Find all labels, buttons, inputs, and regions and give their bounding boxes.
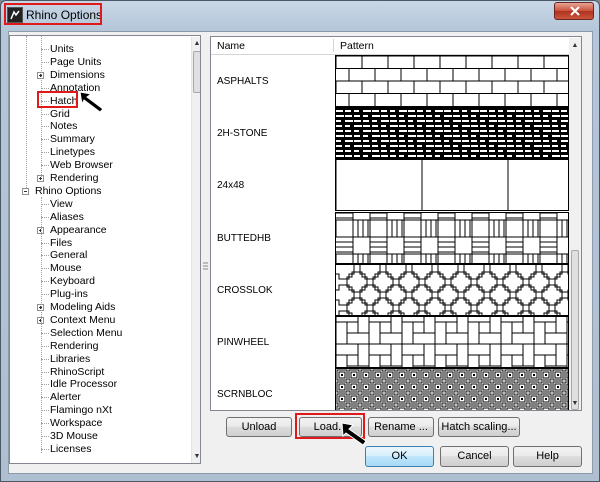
hatch-scaling-button[interactable]: Hatch scaling... <box>438 417 520 437</box>
hatch-pattern-preview <box>335 159 569 211</box>
rhino-options-window: Rhino Options ▲ ▼ Units Page Units Dimensi… <box>0 0 600 482</box>
hatch-name: 24x48 <box>217 180 245 191</box>
hatch-row[interactable]: PINWHEEL <box>211 316 569 369</box>
rename-button[interactable]: Rename ... <box>368 417 434 437</box>
hatch-pattern-list: Name Pattern ASPHALTS 2H-STONE 24x48 BUTTED… <box>210 36 582 411</box>
close-button[interactable] <box>554 2 594 20</box>
tree-item-appearance[interactable]: Appearance <box>50 224 107 237</box>
tree-scrollbar[interactable]: ▲ ▼ <box>191 37 200 463</box>
tree-item-view[interactable]: View <box>50 198 73 211</box>
hatch-pattern-preview <box>335 264 569 316</box>
hatch-name: BUTTEDHB <box>217 233 271 244</box>
hatch-pattern-preview <box>335 212 569 264</box>
list-scroll-thumb[interactable] <box>571 250 579 410</box>
tree-item-rendering[interactable]: Rendering <box>50 172 98 185</box>
tree-item-mouse[interactable]: Mouse <box>50 262 82 275</box>
ok-button[interactable]: OK <box>365 446 434 467</box>
tree-item-rhinoscript[interactable]: RhinoScript <box>50 366 104 379</box>
hatch-pattern-preview <box>335 107 569 159</box>
tree-item-modeling-aids[interactable]: Modeling Aids <box>50 301 115 314</box>
tree-item-context-menu[interactable]: Context Menu <box>50 314 115 327</box>
hatch-highlight-box <box>37 91 78 108</box>
tree-item-keyboard[interactable]: Keyboard <box>50 275 95 288</box>
splitter-grip[interactable] <box>203 261 208 271</box>
hatch-row[interactable]: CROSSLOK <box>211 264 569 317</box>
tree-scroll-thumb[interactable] <box>193 51 200 93</box>
tree-item-general[interactable]: General <box>50 249 87 262</box>
tree-item-linetypes[interactable]: Linetypes <box>50 146 95 159</box>
hatch-name: 2H-STONE <box>217 128 268 139</box>
pointer-arrow-icon <box>341 422 367 446</box>
tree-item-alerter[interactable]: Alerter <box>50 391 81 404</box>
help-button[interactable]: Help <box>513 446 582 467</box>
tree-item-workspace[interactable]: Workspace <box>50 417 102 430</box>
collapse-minus-icon[interactable] <box>22 187 29 195</box>
scroll-up-icon[interactable]: ▲ <box>193 40 200 48</box>
tree-item-licenses[interactable]: Licenses <box>50 443 91 456</box>
tree-item-flamingo-nxt[interactable]: Flamingo nXt <box>50 404 112 417</box>
hatch-pattern-preview <box>335 55 569 107</box>
hatch-pattern-preview <box>335 316 569 368</box>
unload-button[interactable]: Unload <box>226 417 292 437</box>
tree-item-aliases[interactable]: Aliases <box>50 211 84 224</box>
tree-item-3d-mouse[interactable]: 3D Mouse <box>50 430 98 443</box>
hatch-row[interactable]: 2H-STONE <box>211 107 569 160</box>
tree-item-page-units[interactable]: Page Units <box>50 56 101 69</box>
hatch-pattern-preview <box>335 368 569 410</box>
tree-item-web-browser[interactable]: Web Browser <box>50 159 113 172</box>
close-x-icon <box>570 6 580 16</box>
hatch-name: ASPHALTS <box>217 76 269 87</box>
column-header-pattern[interactable]: Pattern <box>340 40 374 52</box>
pointer-arrow-icon <box>79 91 104 113</box>
column-header-name[interactable]: Name <box>217 40 245 52</box>
title-highlight-box <box>4 3 102 25</box>
tree-item-plug-ins[interactable]: Plug-ins <box>50 288 88 301</box>
hatch-name: SCRNBLOC <box>217 389 273 400</box>
hatch-row[interactable]: 24x48 <box>211 159 569 212</box>
scroll-down-icon[interactable]: ▼ <box>571 400 579 408</box>
hatch-row[interactable]: ASPHALTS <box>211 55 569 108</box>
tree-item-selection-menu[interactable]: Selection Menu <box>50 327 122 340</box>
pattern-list-scrollbar[interactable]: ▲ ▼ <box>569 38 581 410</box>
tree-item-libraries[interactable]: Libraries <box>50 353 90 366</box>
title-bar[interactable]: Rhino Options <box>1 1 599 29</box>
tree-item-idle-processor[interactable]: Idle Processor <box>50 378 117 391</box>
tree-item-dimensions[interactable]: Dimensions <box>50 69 105 82</box>
tree-item-units[interactable]: Units <box>50 43 74 56</box>
hatch-name: PINWHEEL <box>217 337 270 348</box>
hatch-name: CROSSLOK <box>217 285 273 296</box>
tree-item-rhino-options[interactable]: Rhino Options <box>35 185 102 198</box>
list-header: Name Pattern <box>211 37 569 55</box>
hatch-row[interactable]: SCRNBLOC <box>211 368 569 410</box>
scroll-down-icon[interactable]: ▼ <box>193 453 200 461</box>
cancel-button[interactable]: Cancel <box>440 446 509 467</box>
scroll-up-icon[interactable]: ▲ <box>571 42 579 50</box>
tree-item-files[interactable]: Files <box>50 237 72 250</box>
hatch-row[interactable]: BUTTEDHB <box>211 212 569 265</box>
tree-item-notes[interactable]: Notes <box>50 120 77 133</box>
tree-item-rendering[interactable]: Rendering <box>50 340 98 353</box>
tree-item-grid[interactable]: Grid <box>50 108 70 121</box>
tree-item-summary[interactable]: Summary <box>50 133 95 146</box>
